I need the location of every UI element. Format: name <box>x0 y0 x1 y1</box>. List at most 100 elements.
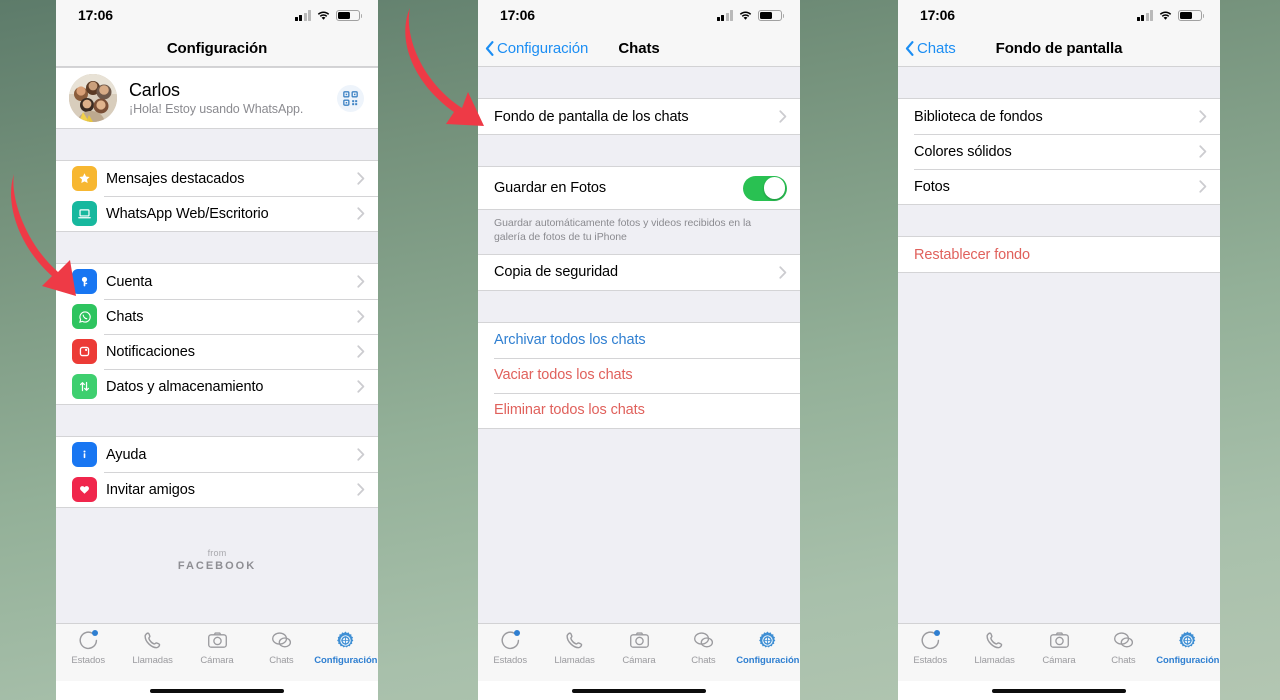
camera-icon <box>207 628 228 653</box>
star-icon <box>72 166 97 191</box>
laptop-icon <box>72 201 97 226</box>
chevron-right-icon <box>1199 110 1207 123</box>
chevron-right-icon <box>357 483 365 496</box>
row-label: Ayuda <box>106 446 147 463</box>
tab-label: Chats <box>1111 655 1136 666</box>
sidebar-item-help[interactable]: Ayuda <box>56 437 378 472</box>
sidebar-item-storage[interactable]: Datos y almacenamiento <box>56 369 378 404</box>
tab-bar: Estados Llamadas Cámara Chats Configurac… <box>56 623 378 681</box>
family-photo-avatar[interactable] <box>69 74 117 122</box>
data-arrows-icon <box>72 374 97 399</box>
tab-label: Llamadas <box>974 655 1015 666</box>
settings-group-2: Cuenta Chats Notificaciones Datos y alma… <box>56 263 378 405</box>
section-gap <box>478 290 800 322</box>
profile-name: Carlos <box>129 79 180 100</box>
row-chat-wallpaper[interactable]: Fondo de pantalla de los chats <box>478 99 800 134</box>
section-gap <box>56 232 378 263</box>
tab-configuracion[interactable]: Configuración <box>736 628 800 666</box>
bell-square-icon <box>72 339 97 364</box>
profile-status-text: ¡Hola! Estoy usando WhatsApp. <box>129 102 304 117</box>
status-badge <box>933 630 940 636</box>
row-photos[interactable]: Fotos <box>898 169 1220 204</box>
tab-llamadas[interactable]: Llamadas <box>542 628 606 666</box>
tab-camara[interactable]: Cámara <box>185 628 249 666</box>
sidebar-item-starred[interactable]: Mensajes destacados <box>56 161 378 196</box>
tab-chats[interactable]: Chats <box>249 628 313 666</box>
settings-group-1: Mensajes destacados WhatsApp Web/Escrito… <box>56 160 378 232</box>
gear-icon <box>1177 628 1198 653</box>
info-icon <box>72 442 97 467</box>
action-reset-wallpaper[interactable]: Restablecer fondo <box>898 237 1220 272</box>
save-to-photos-toggle[interactable] <box>743 175 787 201</box>
row-save-to-photos[interactable]: Guardar en Fotos <box>478 167 800 209</box>
sidebar-item-notifications[interactable]: Notificaciones <box>56 334 378 369</box>
phone-panel-settings: 17:06 Configuración Carlos ¡Hola! Estoy … <box>56 0 378 700</box>
backup-group: Copia de seguridad <box>478 253 800 291</box>
whatsapp-icon <box>72 304 97 329</box>
tab-label: Cámara <box>622 655 656 666</box>
status-indicators <box>1136 9 1204 21</box>
action-delete-all[interactable]: Eliminar todos los chats <box>478 392 800 428</box>
camera-icon <box>629 628 650 653</box>
back-button[interactable]: Chats <box>898 40 956 57</box>
action-archive-all[interactable]: Archivar todos los chats <box>478 322 800 358</box>
footer-from-label: from <box>207 548 227 558</box>
status-ring-icon <box>500 628 521 653</box>
tab-label: Estados <box>71 655 106 666</box>
action-clear-all[interactable]: Vaciar todos los chats <box>478 357 800 393</box>
back-button[interactable]: Configuración <box>478 40 588 57</box>
section-gap <box>56 129 378 160</box>
tab-llamadas[interactable]: Llamadas <box>962 628 1026 666</box>
tab-label: Llamadas <box>132 655 173 666</box>
status-badge <box>513 630 520 636</box>
chevron-left-icon <box>485 40 494 56</box>
settings-scroll-area: Carlos ¡Hola! Estoy usando WhatsApp. Men… <box>56 67 378 623</box>
status-indicators <box>716 9 784 21</box>
section-gap <box>56 405 378 436</box>
settings-group-3: Ayuda Invitar amigos <box>56 436 378 508</box>
gear-icon <box>757 628 778 653</box>
profile-texts: Carlos ¡Hola! Estoy usando WhatsApp. <box>129 80 337 117</box>
wallpaper-scroll-area: Biblioteca de fondos Colores sólidos Fot… <box>898 67 1220 623</box>
status-indicators <box>294 9 362 21</box>
sidebar-item-whatsapp-web[interactable]: WhatsApp Web/Escritorio <box>56 196 378 231</box>
tab-chats[interactable]: Chats <box>671 628 735 666</box>
tab-configuracion[interactable]: Configuración <box>314 628 378 666</box>
row-solid-colors[interactable]: Colores sólidos <box>898 134 1220 169</box>
tab-label: Chats <box>269 655 294 666</box>
wallpaper-group: Fondo de pantalla de los chats <box>478 98 800 135</box>
phone-panel-chats: 17:06 Configuración Chats Fondo de panta… <box>478 0 800 700</box>
tab-label: Configuración <box>736 655 800 666</box>
row-backup[interactable]: Copia de seguridad <box>478 254 800 290</box>
wifi-icon <box>738 10 753 21</box>
tab-estados[interactable]: Estados <box>56 628 120 666</box>
sidebar-item-chats[interactable]: Chats <box>56 299 378 334</box>
section-gap <box>478 67 800 98</box>
qr-code-icon[interactable] <box>337 84 364 112</box>
profile-row[interactable]: Carlos ¡Hola! Estoy usando WhatsApp. <box>56 67 378 129</box>
tab-camara[interactable]: Cámara <box>607 628 671 666</box>
tab-configuracion[interactable]: Configuración <box>1156 628 1220 666</box>
tab-llamadas[interactable]: Llamadas <box>120 628 184 666</box>
row-wallpaper-library[interactable]: Biblioteca de fondos <box>898 99 1220 134</box>
tab-estados[interactable]: Estados <box>478 628 542 666</box>
page-title: Configuración <box>166 39 268 57</box>
home-indicator[interactable] <box>898 681 1220 700</box>
section-gap <box>898 205 1220 236</box>
row-label: Datos y almacenamiento <box>106 378 264 395</box>
chevron-right-icon <box>357 310 365 323</box>
tab-camara[interactable]: Cámara <box>1027 628 1091 666</box>
battery-icon <box>758 9 784 21</box>
sidebar-item-account[interactable]: Cuenta <box>56 264 378 299</box>
home-indicator[interactable] <box>478 681 800 700</box>
status-ring-icon <box>920 628 941 653</box>
status-ring-icon <box>78 628 99 653</box>
tab-bar: Estados Llamadas Cámara Chats Configurac… <box>478 623 800 681</box>
tab-chats[interactable]: Chats <box>1091 628 1155 666</box>
row-label: Vaciar todos los chats <box>494 367 633 384</box>
home-indicator[interactable] <box>56 681 378 700</box>
sidebar-item-invite[interactable]: Invitar amigos <box>56 472 378 507</box>
tab-estados[interactable]: Estados <box>898 628 962 666</box>
row-label: Biblioteca de fondos <box>914 108 1043 125</box>
row-label: Guardar en Fotos <box>494 180 607 196</box>
